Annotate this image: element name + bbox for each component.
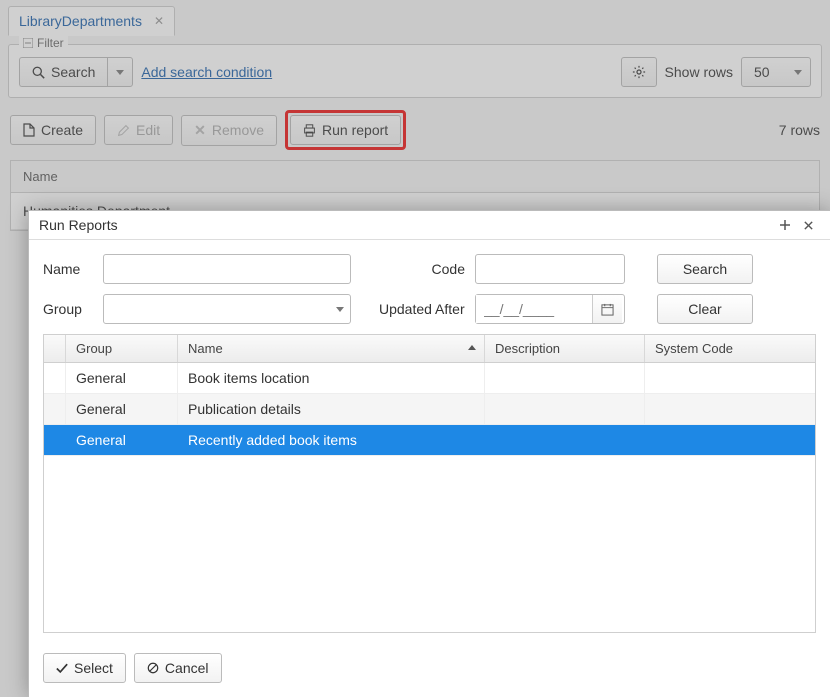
check-icon <box>56 663 68 674</box>
table-row[interactable]: General Publication details <box>44 394 815 425</box>
table-row[interactable]: General Book items location <box>44 363 815 394</box>
grid-body: General Book items location General Publ… <box>44 363 815 632</box>
group-combo[interactable] <box>103 294 351 324</box>
reports-grid: Group Name Description System Code Gener… <box>43 334 816 633</box>
grid-header-name[interactable]: Name <box>178 335 485 362</box>
select-button[interactable]: Select <box>43 653 126 683</box>
close-icon <box>803 220 814 231</box>
table-row[interactable]: General Recently added book items <box>44 425 815 456</box>
name-label: Name <box>43 261 93 277</box>
code-label: Code <box>379 261 465 277</box>
grid-header-group[interactable]: Group <box>66 335 178 362</box>
dialog-title: Run Reports <box>39 217 773 233</box>
code-input[interactable] <box>475 254 625 284</box>
grid-header-row: Group Name Description System Code <box>44 335 815 363</box>
run-reports-dialog: Run Reports Name Code Search Group Updat… <box>28 210 830 697</box>
chevron-down-icon <box>336 307 344 312</box>
group-label: Group <box>43 301 93 317</box>
cancel-button[interactable]: Cancel <box>134 653 222 683</box>
dialog-search-button[interactable]: Search <box>657 254 753 284</box>
maximize-button[interactable] <box>773 217 797 233</box>
grid-header-blank <box>44 335 66 362</box>
plus-icon <box>779 219 791 231</box>
grid-header-system-code[interactable]: System Code <box>645 335 815 362</box>
clear-button[interactable]: Clear <box>657 294 753 324</box>
name-input[interactable] <box>103 254 351 284</box>
calendar-icon <box>601 303 614 316</box>
calendar-button[interactable] <box>592 295 622 323</box>
date-field[interactable] <box>476 295 592 323</box>
updated-after-label: Updated After <box>379 301 465 317</box>
close-dialog-button[interactable] <box>797 218 820 233</box>
dialog-header: Run Reports <box>29 211 830 240</box>
dialog-footer: Select Cancel <box>29 643 830 697</box>
updated-after-input[interactable] <box>475 294 625 324</box>
sort-asc-icon <box>468 345 476 350</box>
ban-icon <box>147 662 159 674</box>
grid-header-description[interactable]: Description <box>485 335 645 362</box>
